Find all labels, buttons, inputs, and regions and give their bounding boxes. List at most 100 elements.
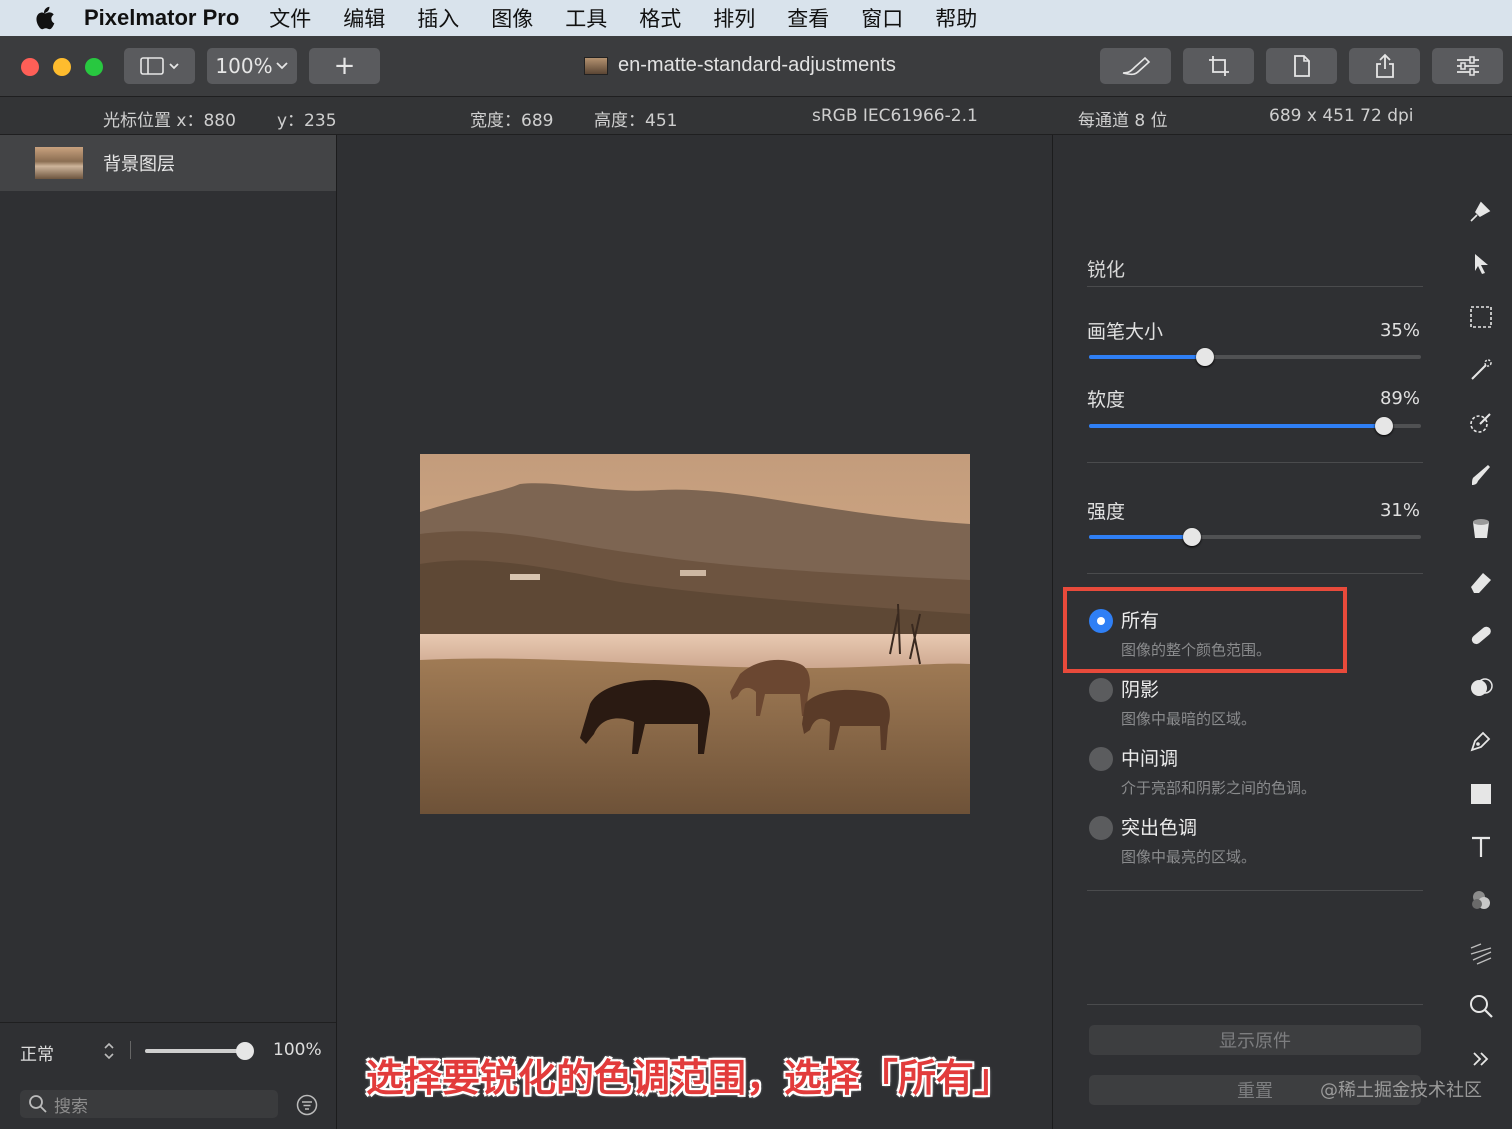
repair-icon	[1471, 626, 1491, 645]
menu-image[interactable]: 图像	[491, 3, 533, 33]
shape-tool[interactable]	[1465, 778, 1497, 810]
canvas-area[interactable]: 选择要锐化的色调范围，选择「所有」	[338, 135, 1051, 1129]
arrange-tool[interactable]	[1465, 248, 1497, 280]
pen-icon	[1470, 731, 1491, 752]
softness-value[interactable]: 89%	[1380, 388, 1420, 409]
tone-option-all[interactable]: 所有 图像的整个颜色范围。	[1089, 606, 1271, 660]
divider	[1087, 890, 1423, 891]
app-name-menu[interactable]: Pixelmator Pro	[84, 5, 239, 31]
repair-tool[interactable]	[1465, 619, 1497, 651]
tone-option-title: 所有	[1121, 610, 1160, 632]
search-placeholder: 搜索	[54, 1096, 88, 1117]
layer-thumbnail	[35, 147, 83, 179]
menu-edit[interactable]: 编辑	[343, 3, 385, 33]
brush-size-slider-knob[interactable]	[1196, 348, 1215, 366]
document-title-text: en-matte-standard-adjustments	[618, 54, 896, 76]
zoom-window-button[interactable]	[85, 58, 103, 76]
tone-option-highlights[interactable]: 突出色调 图像中最亮的区域。	[1089, 813, 1256, 867]
quick-select-tool[interactable]	[1465, 407, 1497, 439]
clone-icon	[1471, 678, 1493, 696]
effects-tool[interactable]	[1465, 937, 1497, 969]
intensity-label: 强度	[1087, 501, 1126, 523]
clone-tool[interactable]	[1465, 672, 1497, 704]
zoom-icon	[1470, 995, 1493, 1018]
layer-row[interactable]: 背景图层	[0, 135, 336, 191]
softness-label: 软度	[1087, 389, 1126, 411]
up-down-chevron-icon[interactable]	[102, 1041, 116, 1061]
radio-unselected[interactable]	[1089, 678, 1113, 702]
tools-strip	[1452, 135, 1512, 1129]
watermark: @稀土掘金技术社区	[1320, 1080, 1482, 1101]
pen-tool[interactable]	[1465, 725, 1497, 757]
minimize-window-button[interactable]	[53, 58, 71, 76]
menu-help[interactable]: 帮助	[935, 3, 977, 33]
filter-icon[interactable]	[296, 1094, 318, 1116]
brush-size-slider-fill	[1089, 355, 1206, 359]
image-height: 高度：451	[594, 111, 678, 131]
document-image[interactable]	[420, 454, 970, 814]
color-profile: sRGB IEC61966-2.1	[812, 106, 978, 126]
magic-wand-tool[interactable]	[1465, 354, 1497, 386]
eraser-tool[interactable]	[1465, 566, 1497, 598]
brush-tool[interactable]	[1465, 460, 1497, 492]
intensity-slider[interactable]	[1089, 528, 1421, 546]
tone-option-shadows[interactable]: 阴影 图像中最暗的区域。	[1089, 675, 1256, 729]
fill-tool[interactable]	[1465, 513, 1497, 545]
softness-slider[interactable]	[1089, 417, 1421, 435]
menu-window[interactable]: 窗口	[861, 3, 903, 33]
type-tool[interactable]	[1465, 831, 1497, 863]
menu-file[interactable]: 文件	[269, 3, 311, 33]
section-title: 锐化	[1087, 259, 1126, 281]
crop-button[interactable]	[1183, 48, 1254, 84]
adjust-button[interactable]	[1432, 48, 1503, 84]
sidebar-toggle-button[interactable]	[124, 48, 195, 84]
share-button[interactable]	[1349, 48, 1420, 84]
menu-view[interactable]: 查看	[787, 3, 829, 33]
brush-icon	[1472, 465, 1490, 485]
paint-tool[interactable]	[1465, 195, 1497, 227]
tutorial-caption: 选择要锐化的色调范围，选择「所有」	[366, 1056, 1013, 1100]
tone-option-midtones[interactable]: 中间调 介于亮部和阴影之间的色调。	[1089, 744, 1316, 798]
show-original-button[interactable]: 显示原件	[1089, 1025, 1421, 1055]
document-thumbnail	[584, 56, 608, 75]
brush-size-slider[interactable]	[1089, 348, 1421, 366]
layers-panel: 背景图层 正常 100% 搜索	[0, 135, 337, 1129]
search-icon	[29, 1095, 47, 1113]
color-adjust-tool[interactable]	[1465, 884, 1497, 916]
style-tool-button[interactable]	[1100, 48, 1171, 84]
softness-slider-knob[interactable]	[1375, 417, 1394, 435]
blend-controls: 正常 100%	[0, 1022, 336, 1074]
opacity-value: 100%	[273, 1040, 322, 1060]
rect-select-tool[interactable]	[1465, 301, 1497, 333]
brush-size-value[interactable]: 35%	[1380, 320, 1420, 341]
eraser-icon	[1471, 573, 1491, 593]
menu-insert[interactable]: 插入	[417, 3, 459, 33]
radio-selected[interactable]	[1089, 609, 1113, 633]
menu-format[interactable]: 格式	[639, 3, 681, 33]
window-toolbar: 100% + en-matte-standard-adjustments	[0, 36, 1512, 97]
sidebar-icon	[139, 57, 179, 75]
sliders-icon	[1456, 56, 1479, 76]
intensity-slider-knob[interactable]	[1182, 528, 1201, 546]
tone-option-desc: 图像的整个颜色范围。	[1121, 641, 1272, 659]
radio-unselected[interactable]	[1089, 816, 1113, 840]
add-button[interactable]: +	[309, 48, 380, 84]
close-window-button[interactable]	[21, 58, 39, 76]
format-button[interactable]	[1266, 48, 1337, 84]
layer-search-field[interactable]: 搜索	[20, 1090, 278, 1118]
menu-arrange[interactable]: 排列	[713, 3, 755, 33]
opacity-slider-knob[interactable]	[236, 1042, 254, 1060]
opacity-slider[interactable]	[145, 1042, 254, 1060]
more-tools-button[interactable]	[1465, 1043, 1497, 1075]
apple-logo-icon[interactable]	[30, 4, 58, 32]
blend-mode-select[interactable]: 正常	[20, 1040, 54, 1065]
tone-option-title: 阴影	[1121, 679, 1160, 701]
menu-tools[interactable]: 工具	[565, 3, 607, 33]
radio-unselected[interactable]	[1089, 747, 1113, 771]
paint-icon	[1470, 201, 1491, 222]
zoom-value: 100%	[215, 54, 273, 78]
intensity-value[interactable]: 31%	[1380, 500, 1420, 521]
info-bar: 光标位置 x：880 y：235 宽度：689 高度：451 sRGB IEC6…	[0, 97, 1512, 135]
zoom-dropdown[interactable]: 100%	[207, 48, 297, 84]
zoom-tool[interactable]	[1465, 990, 1497, 1022]
